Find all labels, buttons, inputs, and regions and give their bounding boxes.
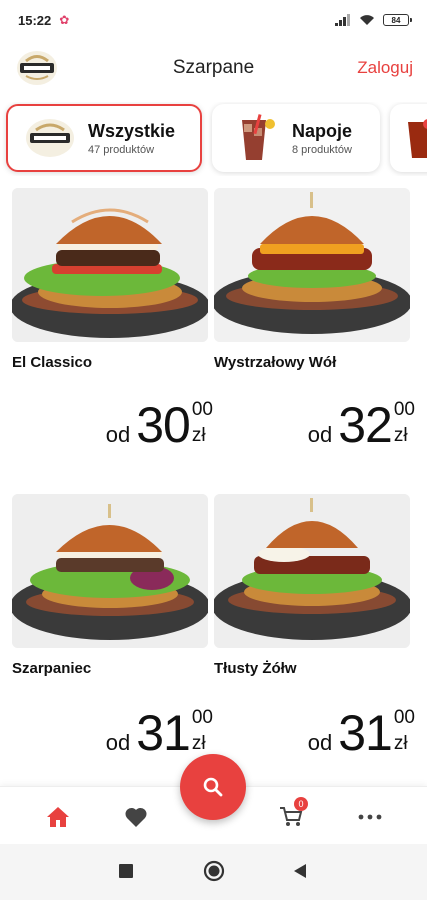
product-card[interactable]: Szarpaniec bbox=[12, 494, 208, 677]
category-tab-more[interactable] bbox=[390, 104, 427, 172]
product-card[interactable]: El Classico bbox=[12, 188, 208, 371]
circle-icon bbox=[203, 860, 225, 882]
search-icon bbox=[203, 777, 223, 797]
login-link[interactable]: Zaloguj bbox=[357, 58, 413, 78]
status-indicators: 84 bbox=[335, 14, 412, 26]
search-button[interactable] bbox=[180, 754, 246, 820]
drink-thumbnail bbox=[226, 114, 282, 162]
category-thumbnail bbox=[404, 114, 427, 162]
product-name: Szarpaniec bbox=[12, 660, 92, 677]
price-integer: 31 bbox=[136, 705, 191, 761]
battery-level: 84 bbox=[391, 15, 401, 25]
price-integer: 30 bbox=[136, 397, 191, 453]
price-decimal: 00 bbox=[393, 707, 415, 728]
price-prefix: od bbox=[105, 422, 131, 447]
category-name: Napoje bbox=[292, 120, 353, 141]
product-image bbox=[12, 494, 208, 648]
price-integer: 32 bbox=[338, 397, 393, 453]
price-decimal: 00 bbox=[191, 707, 213, 728]
category-count: 8 produktów bbox=[292, 143, 352, 156]
price-prefix: od bbox=[105, 730, 131, 755]
category-count: 47 produktów bbox=[88, 143, 155, 156]
product-price: od 32 00 zł bbox=[307, 397, 415, 453]
product-price: od 31 00 zł bbox=[307, 705, 415, 761]
price-currency: zł bbox=[393, 733, 408, 754]
nav-more[interactable] bbox=[355, 803, 385, 831]
price-integer: 31 bbox=[338, 705, 393, 761]
product-image bbox=[214, 494, 410, 648]
cart-count-badge: 0 bbox=[294, 797, 308, 811]
status-time: 15:22 bbox=[18, 12, 52, 28]
signal-icon bbox=[335, 14, 350, 26]
home-icon bbox=[47, 807, 69, 827]
category-name: Wszystkie bbox=[88, 120, 176, 141]
recents-button[interactable] bbox=[118, 863, 134, 884]
notification-icon: ✿ bbox=[59, 13, 70, 27]
product-price: od 31 00 zł bbox=[105, 705, 213, 761]
product-price: od 30 00 zł bbox=[105, 397, 213, 453]
price-prefix: od bbox=[307, 730, 333, 755]
nav-home[interactable] bbox=[43, 803, 73, 831]
app-header: Szarpane Zaloguj bbox=[0, 44, 427, 92]
heart-icon bbox=[125, 807, 147, 827]
category-tab-all[interactable]: Wszystkie 47 produktów bbox=[6, 104, 202, 172]
triangle-back-icon bbox=[294, 864, 306, 878]
price-decimal: 00 bbox=[191, 399, 213, 420]
product-name: Wystrzałowy Wół bbox=[214, 354, 337, 371]
brand-logo[interactable] bbox=[14, 48, 60, 88]
nav-favorites[interactable] bbox=[121, 803, 151, 831]
system-navigation bbox=[0, 844, 427, 900]
logo-thumbnail bbox=[22, 114, 78, 162]
home-system-button[interactable] bbox=[203, 860, 225, 887]
nav-cart[interactable]: 0 bbox=[276, 797, 308, 831]
price-currency: zł bbox=[191, 733, 206, 754]
wifi-icon bbox=[360, 15, 374, 25]
more-icon bbox=[358, 814, 382, 820]
battery-icon: 84 bbox=[383, 14, 412, 26]
product-name: Tłusty Żółw bbox=[214, 660, 297, 677]
product-card[interactable]: Wystrzałowy Wół bbox=[214, 188, 410, 371]
product-image bbox=[214, 188, 410, 342]
product-grid: El Classico od 30 00 zł Wystrzałowy Wół bbox=[0, 186, 427, 786]
category-tab-drinks[interactable]: Napoje 8 produktów bbox=[212, 104, 380, 172]
square-icon bbox=[119, 864, 133, 878]
price-currency: zł bbox=[191, 425, 206, 446]
product-card[interactable]: Tłusty Żółw bbox=[214, 494, 410, 677]
product-image bbox=[12, 188, 208, 342]
price-currency: zł bbox=[393, 425, 408, 446]
price-decimal: 00 bbox=[393, 399, 415, 420]
product-name: El Classico bbox=[12, 354, 93, 371]
status-bar: 15:22 ✿ 84 bbox=[0, 0, 427, 40]
category-tabs: Wszystkie 47 produktów Napoje 8 produktó… bbox=[0, 102, 427, 176]
price-prefix: od bbox=[307, 422, 333, 447]
back-button[interactable] bbox=[293, 863, 307, 884]
